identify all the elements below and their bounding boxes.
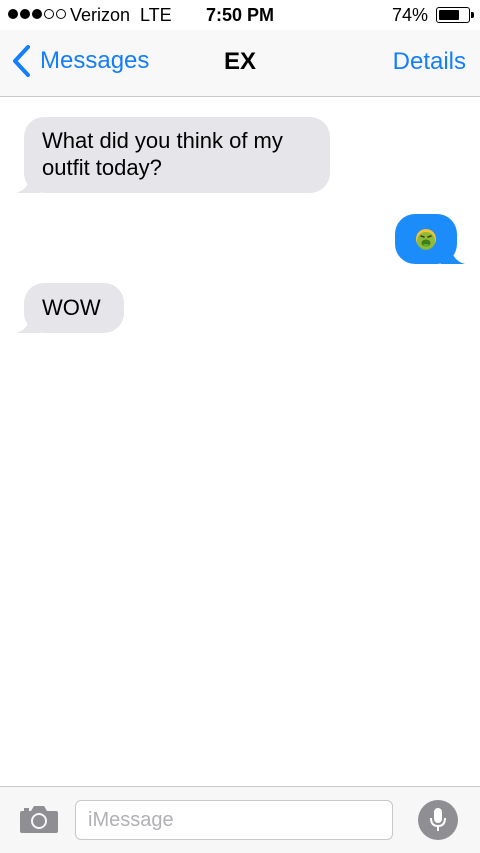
microphone-button[interactable]	[418, 800, 458, 840]
microphone-icon	[430, 808, 446, 831]
bubble-tail	[16, 171, 40, 193]
bubble-tail	[441, 242, 465, 264]
chevron-left-icon	[13, 45, 30, 77]
message-bubble-incoming[interactable]: What did you think of my outfit today?	[16, 117, 330, 193]
message-input-bar	[0, 786, 480, 853]
message-bubble-outgoing[interactable]	[395, 214, 465, 264]
message-text: WOW	[42, 295, 101, 320]
status-bar: Verizon LTE 7:50 PM 74%	[0, 0, 480, 30]
back-button[interactable]: Messages	[10, 44, 149, 78]
navigation-bar: Messages EX Details	[0, 30, 480, 97]
bubble-tail	[16, 311, 40, 333]
details-button[interactable]: Details	[393, 48, 466, 76]
message-text: What did you think of my outfit today?	[42, 128, 283, 180]
battery-icon	[436, 7, 474, 23]
nauseated-face-emoji-icon	[414, 227, 438, 251]
camera-icon	[20, 806, 58, 833]
battery-percent: 74%	[391, 5, 428, 25]
camera-button[interactable]	[18, 801, 60, 837]
battery-tip	[471, 12, 474, 18]
imessage-input[interactable]	[75, 800, 393, 840]
back-button-label: Messages	[40, 47, 150, 74]
battery-fill	[439, 10, 459, 20]
message-bubble-incoming[interactable]: WOW	[16, 283, 124, 333]
